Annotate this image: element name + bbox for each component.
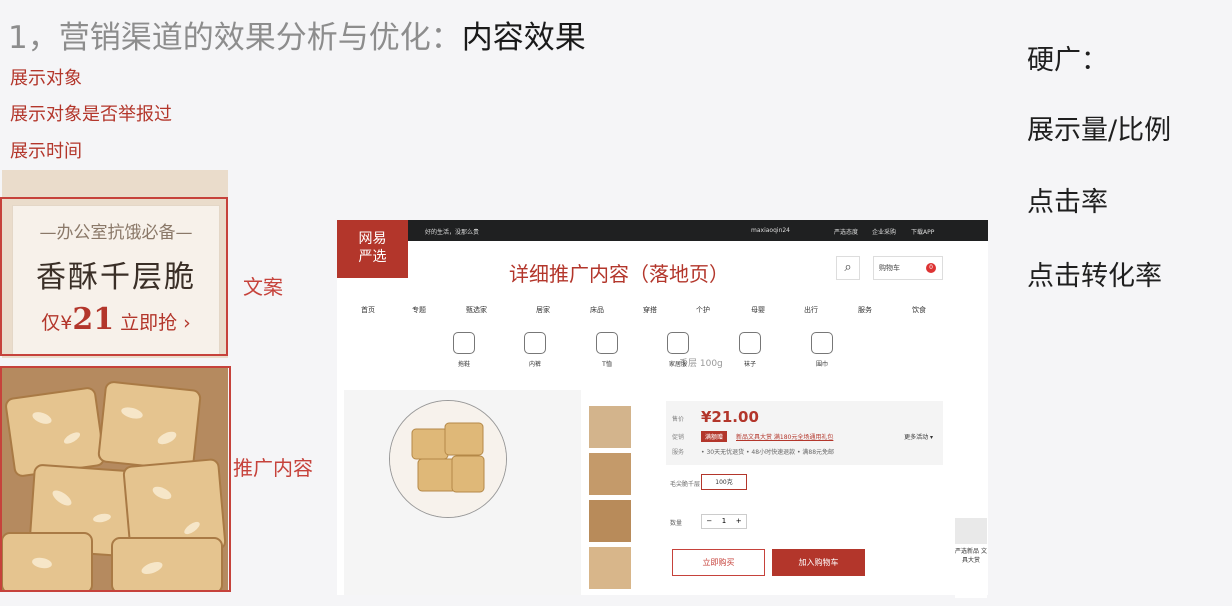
metric-conversion: 点击转化率 [1027,261,1162,292]
metric-ctr: 点击率 [1027,187,1108,218]
landing-page-screenshot: 好的生活，没那么贵 maxiaoqin24 严选态度 企业采购 下载APP 网易… [337,220,988,595]
search-icon[interactable]: ⌕ [836,256,860,280]
category-label: 拖鞋 [457,361,470,368]
category-label: 围巾 [815,361,828,368]
price-label: 售价 [672,416,685,423]
homewear-icon [667,332,689,354]
note-display-target: 展示对象 [10,68,82,89]
service-list: • 30天无忧退货 • 48小时快速退款 • 满88元免邮 [701,449,835,456]
socks-icon [739,332,761,354]
label-copy: 文案 [243,275,283,299]
label-promo-content: 推广内容 [233,456,313,480]
nav-item-home-goods[interactable]: 居家 [536,305,550,315]
nav-item-care[interactable]: 个护 [696,305,710,315]
nav-item-home[interactable]: 首页 [361,305,375,315]
category-scarf[interactable]: 围巾 [802,330,842,368]
qty-plus-button[interactable]: + [731,515,746,528]
nav-item-baby[interactable]: 母婴 [751,305,765,315]
nav-item-food[interactable]: 饮食 [912,305,926,315]
slippers-icon [453,332,475,354]
buy-now-button[interactable]: 立即购买 [672,549,765,576]
main-nav: 首页 专题 甄选家 居家 床品 穿搭 个护 母婴 出行 服务 饮食 [337,300,988,320]
nav-item-bedding[interactable]: 床品 [590,305,604,315]
category-label: 内裤 [528,361,541,368]
category-row: 拖鞋 内裤 T恤 家居服 袜子 围巾 [337,330,988,390]
nav-item-travel[interactable]: 出行 [804,305,818,315]
service-label: 服务 [672,449,685,456]
slide-title: 1，营销渠道的效果分析与优化：内容效果 [8,12,586,57]
category-socks[interactable]: 袜子 [730,330,770,368]
promo-link[interactable]: 新品文具大赏 满180元全场通用礼包 [736,432,833,441]
cart-count-badge: 0 [926,263,936,273]
nav-item-service[interactable]: 服务 [858,305,872,315]
quantity-stepper: − 1 + [701,514,747,529]
nav-item-apparel[interactable]: 穿搭 [643,305,657,315]
price-box: 售价 ¥21.00 促销 满额赠 新品文具大赏 满180元全场通用礼包 更多活动… [666,401,943,465]
site-logo[interactable]: 网易 严选 [337,220,408,278]
underwear-icon [524,332,546,354]
landing-page-label: 详细推广内容（落地页） [509,262,729,286]
spec-label: 毛尖脆千层 [670,481,701,488]
title-accent: 内容效果 [461,20,586,56]
scarf-icon [811,332,833,354]
side-ad[interactable]: 严选新品 文具大赏 [955,518,987,598]
product-price: ¥21.00 [701,408,759,426]
copy-highlight-box [0,197,228,356]
note-reported: 展示对象是否举报过 [10,104,172,125]
thumbnail[interactable] [589,547,631,589]
toplink-business[interactable]: 企业采购 [872,227,896,236]
qty-minus-button[interactable]: − [702,515,717,528]
title-prefix: 1，营销渠道的效果分析与优化： [8,20,462,56]
promo-highlight-box [0,366,231,592]
thumbnail[interactable] [589,453,631,495]
side-ad-image [955,518,987,544]
category-tshirt[interactable]: T恤 [587,330,627,368]
logo-line1: 网易 [358,231,387,247]
metric-hard-ad: 硬广： [1027,45,1108,76]
note-display-time: 展示时间 [10,141,82,162]
toplink-app[interactable]: 下载APP [911,227,934,236]
metric-impressions: 展示量/比例 [1027,115,1172,146]
slogan: 好的生活，没那么贵 [425,229,480,236]
cart-label: 购物车 [879,264,900,272]
quantity-label: 数量 [670,520,683,527]
promo-tag: 满额赠 [701,431,728,442]
category-underwear[interactable]: 内裤 [515,330,555,368]
toplink-attitude[interactable]: 严选态度 [834,227,858,236]
qty-value[interactable]: 1 [717,515,732,528]
top-bar: 好的生活，没那么贵 maxiaoqin24 严选态度 企业采购 下载APP [337,220,988,241]
category-homewear[interactable]: 家居服 [658,330,698,368]
promo-label: 促销 [672,434,685,441]
nav-item-picks[interactable]: 甄选家 [466,305,487,315]
thumbnail-list [589,406,631,594]
user-name[interactable]: maxiaoqin24 [751,227,790,234]
tshirt-icon [596,332,618,354]
spec-option[interactable]: 100克 [701,474,747,490]
logo-line2: 严选 [358,249,387,265]
thumbnail[interactable] [589,406,631,448]
category-label: 家居服 [668,361,687,368]
product-plate-illustration [390,401,506,517]
nav-item-topics[interactable]: 专题 [412,305,426,315]
cart-button[interactable]: 购物车 0 [873,256,943,280]
more-promos[interactable]: 更多活动 ▾ [904,432,933,441]
category-slippers[interactable]: 拖鞋 [444,330,484,368]
side-ad-text: 严选新品 文具大赏 [955,548,987,564]
category-label: 袜子 [743,361,756,368]
product-main-image [389,400,507,518]
add-to-cart-button[interactable]: 加入购物车 [772,549,865,576]
thumbnail[interactable] [589,500,631,542]
category-label: T恤 [602,361,612,368]
